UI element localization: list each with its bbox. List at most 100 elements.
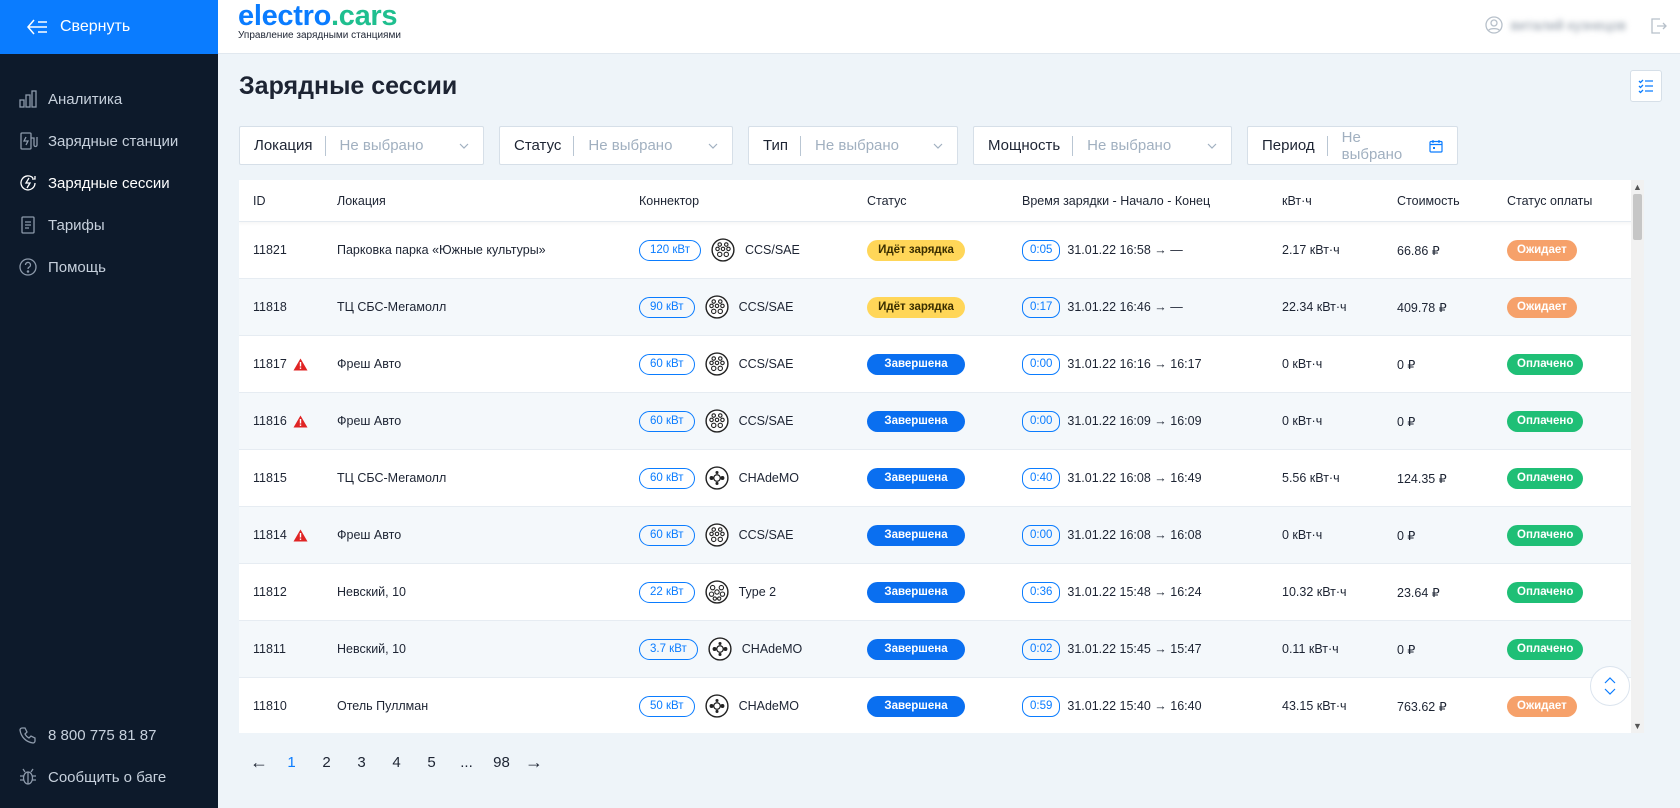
sidebar-item-stations[interactable]: Зарядные станции (0, 120, 218, 162)
cell-time: 0:05 31.01.22 16:58 → — (1022, 239, 1282, 261)
phone-link[interactable]: 8 800 775 81 87 (0, 714, 218, 756)
cell-kwh: 0.11 кВт·ч (1282, 642, 1339, 656)
session-id: 11812 (253, 585, 287, 599)
column-header-location[interactable]: Локация (337, 194, 639, 208)
chademo-connector-icon (708, 636, 732, 662)
column-header-status[interactable]: Статус (867, 194, 1022, 208)
table-row[interactable]: 11821 Парковка парка «Южные культуры» 120 … (239, 222, 1644, 279)
tariff-icon (21, 216, 35, 234)
sidebar: Свернуть Аналитика Зарядные станции Заря… (0, 0, 218, 808)
logo-text-part2: .cars (331, 0, 398, 32)
connector-type: CCS/SAE (738, 414, 794, 428)
cell-id: 11821 (239, 243, 337, 257)
cell-cost: 409.78 ₽ (1397, 300, 1447, 315)
filter-period[interactable]: Период Не выбрано (1247, 126, 1458, 165)
sidebar-item-tariffs[interactable]: Тарифы (0, 204, 218, 246)
cell-location: Невский, 10 (337, 642, 407, 656)
filter-value: Не выбрано (815, 137, 900, 154)
table-row[interactable]: 11810 Отель Пуллман 50 кВт CHAdeMO Завершена… (239, 678, 1644, 733)
sidebar-item-help[interactable]: Помощь (0, 246, 218, 288)
cell-location: Фреш Авто (337, 414, 402, 428)
duration-badge: 0:00 (1022, 353, 1061, 375)
cell-time: 0:00 31.01.22 16:08 → 16:08 (1022, 524, 1282, 546)
table-row[interactable]: 11812 Невский, 10 22 кВт Type 2 Завершена 0:3… (239, 564, 1644, 621)
table-row[interactable]: 11818 ТЦ СБС-Мегамолл 90 кВт CCS/SAE Идёт за… (239, 279, 1644, 336)
status-badge: Завершена (867, 638, 965, 660)
page-link[interactable]: 4 (379, 754, 414, 771)
column-header-cost[interactable]: Стоимость (1397, 194, 1507, 208)
filter-power[interactable]: Мощность Не выбрано (973, 126, 1232, 165)
page-link[interactable]: 98 (484, 754, 519, 771)
connector-type: CCS/SAE (738, 528, 794, 542)
scroll-up-arrow-icon[interactable]: ▲ (1633, 182, 1642, 192)
cell-payment-status: Оплачено (1507, 581, 1622, 603)
phone-icon (19, 727, 36, 744)
table-row[interactable]: 11817 Фреш Авто 60 кВт CCS/SAE Завершена 0:00… (239, 336, 1644, 393)
cell-payment-status: Оплачено (1507, 353, 1622, 375)
cell-location: Фреш Авто (337, 528, 402, 542)
cell-id: 11816 (239, 414, 337, 428)
sidebar-item-label: Зарядные сессии (48, 174, 170, 192)
cell-kwh: 10.32 кВт·ч (1282, 585, 1347, 599)
table-row[interactable]: 11816 Фреш Авто 60 кВт CCS/SAE Завершена 0:00… (239, 393, 1644, 450)
next-page-arrow-icon[interactable]: → (519, 752, 549, 773)
cell-cost: 0 ₽ (1397, 642, 1416, 657)
page-link[interactable]: 3 (344, 754, 379, 771)
cell-cost: 0 ₽ (1397, 357, 1416, 372)
filter-type[interactable]: Тип Не выбрано (748, 126, 958, 165)
prev-page-arrow-icon[interactable]: ← (244, 752, 274, 773)
sidebar-item-label: Помощь (48, 258, 106, 276)
cell-cost: 0 ₽ (1397, 528, 1416, 543)
table-row[interactable]: 11811 Невский, 10 3.7 кВт CHAdeMO Завершена 0… (239, 621, 1644, 678)
table-scrollbar[interactable]: ▲ ▼ (1631, 180, 1644, 733)
cell-connector: 120 кВт CCS/SAE (639, 237, 867, 263)
report-bug-button[interactable]: Сообщить о баге (0, 756, 218, 798)
table-settings-button[interactable] (1630, 70, 1662, 102)
table-row[interactable]: 11814 Фреш Авто 60 кВт CCS/SAE Завершена 0:00… (239, 507, 1644, 564)
page-link[interactable]: 5 (414, 754, 449, 771)
filter-label: Период (1262, 135, 1328, 156)
cell-payment-status: Оплачено (1507, 467, 1622, 489)
page-link[interactable]: 1 (274, 754, 309, 771)
pagination: ← 1 2 3 4 5... 98 → (244, 752, 549, 773)
table-row[interactable]: 11815 ТЦ СБС-Мегамолл 60 кВт CHAdeMO Заверше… (239, 450, 1644, 507)
collapse-label: Свернуть (60, 18, 131, 35)
logo-subtitle: Управление зарядными станциями (238, 30, 401, 41)
duration-badge: 0:36 (1022, 581, 1061, 603)
column-header-payment-status[interactable]: Статус оплаты (1507, 194, 1622, 208)
logo[interactable]: electro.cars Управление зарядными станци… (238, 0, 401, 41)
column-header-time[interactable]: Время зарядки - Начало - Конец (1022, 194, 1282, 208)
cell-cost: 66.86 ₽ (1397, 243, 1440, 258)
column-header-connector[interactable]: Коннектор (639, 194, 867, 208)
scroll-top-bottom-button[interactable] (1590, 666, 1630, 706)
cell-status: Завершена (867, 410, 1022, 432)
column-header-id[interactable]: ID (239, 194, 337, 208)
filter-value: Не выбрано (1341, 128, 1403, 163)
logout-button[interactable] (1648, 16, 1668, 41)
time-range: 31.01.22 16:16 → 16:17 (1067, 357, 1202, 371)
scroll-thumb[interactable] (1633, 194, 1642, 240)
power-badge: 60 кВт (639, 467, 695, 489)
time-range: 31.01.22 15:40 → 16:40 (1067, 699, 1202, 713)
filter-status[interactable]: Статус Не выбрано (499, 126, 733, 165)
cell-payment-status: Ожидает (1507, 296, 1622, 318)
filter-location[interactable]: Локация Не выбрано (239, 126, 484, 165)
session-id: 11816 (253, 414, 287, 428)
cell-time: 0:40 31.01.22 16:08 → 16:49 (1022, 467, 1282, 489)
page-link[interactable]: 2 (309, 754, 344, 771)
sidebar-item-sessions[interactable]: Зарядные сессии (0, 162, 218, 204)
user-menu[interactable]: виталий кузнецов (1485, 16, 1626, 34)
connector-type: CCS/SAE (738, 357, 794, 371)
sidebar-item-label: Аналитика (48, 90, 123, 108)
status-badge: Завершена (867, 353, 965, 375)
scroll-down-arrow-icon[interactable]: ▼ (1633, 721, 1642, 731)
column-header-kwh[interactable]: кВт·ч (1282, 194, 1397, 208)
collapse-sidebar-button[interactable]: Свернуть (0, 0, 218, 54)
sidebar-item-analytics[interactable]: Аналитика (0, 78, 218, 120)
payment-status-badge: Ожидает (1507, 695, 1577, 717)
cell-id: 11810 (239, 699, 337, 713)
chart-icon (19, 90, 37, 108)
type2-connector-icon (704, 579, 729, 605)
connector-type: CHAdeMO (738, 699, 800, 713)
top-header: electro.cars Управление зарядными станци… (218, 0, 1680, 54)
